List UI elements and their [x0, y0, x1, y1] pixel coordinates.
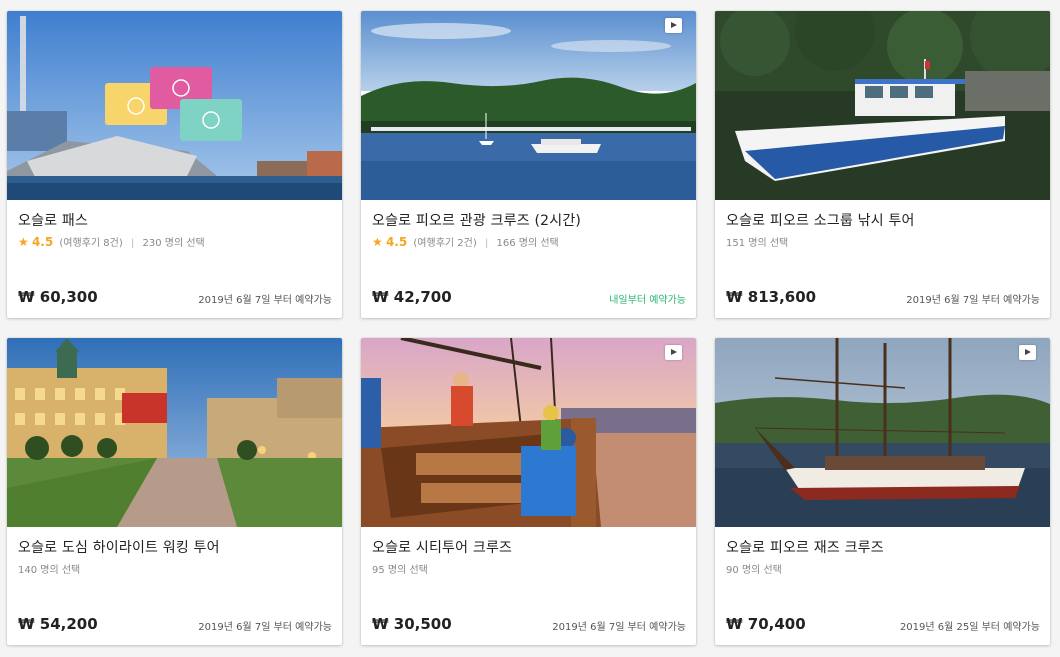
product-card-fishing-tour[interactable]: 오슬로 피오르 소그룹 낚시 투어 151 명의 선택 ₩ 813,600 20… [715, 11, 1050, 318]
product-photo[interactable] [715, 11, 1050, 200]
product-card-walking-tour[interactable]: 오슬로 도심 하이라이트 워킹 투어 140 명의 선택 ₩ 54,200 20… [7, 338, 342, 645]
product-title[interactable]: 오슬로 도심 하이라이트 워킹 투어 [18, 537, 220, 557]
product-meta: 140 명의 선택 [18, 561, 80, 576]
product-price: ₩ 70,400 [726, 615, 806, 633]
product-price: ₩ 30,500 [372, 615, 452, 633]
tall-ship-image [715, 338, 1050, 527]
availability-text: 2019년 6월 25일 부터 예약가능 [899, 622, 1040, 633]
city-square-image [7, 338, 342, 527]
selected-count: 140 명의 선택 [18, 565, 81, 576]
product-price: ₩ 60,300 [18, 288, 98, 306]
product-price: ₩ 813,600 [726, 288, 817, 306]
product-card-fjord-cruise[interactable]: 오슬로 피오르 관광 크루즈 (2시간) ★ 4.5 (여행후기 2건) | 1… [361, 11, 696, 318]
product-price: ₩ 54,200 [18, 615, 98, 633]
product-photo[interactable] [361, 11, 696, 200]
selected-count: 95 명의 선택 [372, 565, 428, 576]
review-count: (여행후기 8건) [59, 238, 123, 249]
star-icon: ★ [372, 235, 383, 249]
selected-count: 90 명의 선택 [726, 565, 782, 576]
availability-text: 내일부터 예약가능 [609, 295, 686, 306]
separator: | [484, 238, 489, 249]
availability-text: 2019년 6월 7일 부터 예약가능 [552, 622, 686, 633]
selected-count: 151 명의 선택 [726, 238, 789, 249]
separator: | [130, 238, 135, 249]
selected-count: 166 명의 선택 [496, 238, 559, 249]
product-meta: 95 명의 선택 [372, 561, 428, 576]
fishing-boat-image [715, 11, 1050, 200]
product-photo[interactable] [7, 11, 342, 200]
product-photo[interactable] [7, 338, 342, 527]
product-title[interactable]: 오슬로 피오르 관광 크루즈 (2시간) [372, 210, 581, 230]
product-meta: ★ 4.5 (여행후기 2건) | 166 명의 선택 [372, 234, 559, 249]
availability-text: 2019년 6월 7일 부터 예약가능 [198, 295, 332, 306]
product-meta: 90 명의 선택 [726, 561, 782, 576]
product-title[interactable]: 오슬로 피오르 재즈 크루즈 [726, 537, 884, 557]
product-grid: 오슬로 패스 ★ 4.5 (여행후기 8건) | 230 명의 선택 ₩ 60,… [0, 0, 1060, 657]
product-meta: ★ 4.5 (여행후기 8건) | 230 명의 선택 [18, 234, 205, 249]
video-play-icon[interactable] [665, 18, 682, 33]
product-card-jazz-cruise[interactable]: 오슬로 피오르 재즈 크루즈 90 명의 선택 ₩ 70,400 2019년 6… [715, 338, 1050, 645]
rating-value: 4.5 [31, 235, 54, 249]
product-photo[interactable] [715, 338, 1050, 527]
availability-text: 2019년 6월 7일 부터 예약가능 [906, 295, 1040, 306]
selected-count: 230 명의 선택 [142, 238, 205, 249]
product-price: ₩ 42,700 [372, 288, 452, 306]
product-title[interactable]: 오슬로 피오르 소그룹 낚시 투어 [726, 210, 915, 230]
product-photo[interactable] [361, 338, 696, 527]
video-play-icon[interactable] [1019, 345, 1036, 360]
rating-value: 4.5 [385, 235, 408, 249]
product-title[interactable]: 오슬로 시티투어 크루즈 [372, 537, 512, 557]
review-count: (여행후기 2건) [413, 238, 477, 249]
video-play-icon[interactable] [665, 345, 682, 360]
product-meta: 151 명의 선택 [726, 234, 788, 249]
sailboat-deck-image [361, 338, 696, 527]
fjord-marina-image [361, 11, 696, 200]
oslo-pass-image [7, 11, 342, 200]
product-title[interactable]: 오슬로 패스 [18, 210, 88, 230]
star-icon: ★ [18, 235, 29, 249]
product-card-city-cruise[interactable]: 오슬로 시티투어 크루즈 95 명의 선택 ₩ 30,500 2019년 6월 … [361, 338, 696, 645]
availability-text: 2019년 6월 7일 부터 예약가능 [198, 622, 332, 633]
product-card-oslo-pass[interactable]: 오슬로 패스 ★ 4.5 (여행후기 8건) | 230 명의 선택 ₩ 60,… [7, 11, 342, 318]
